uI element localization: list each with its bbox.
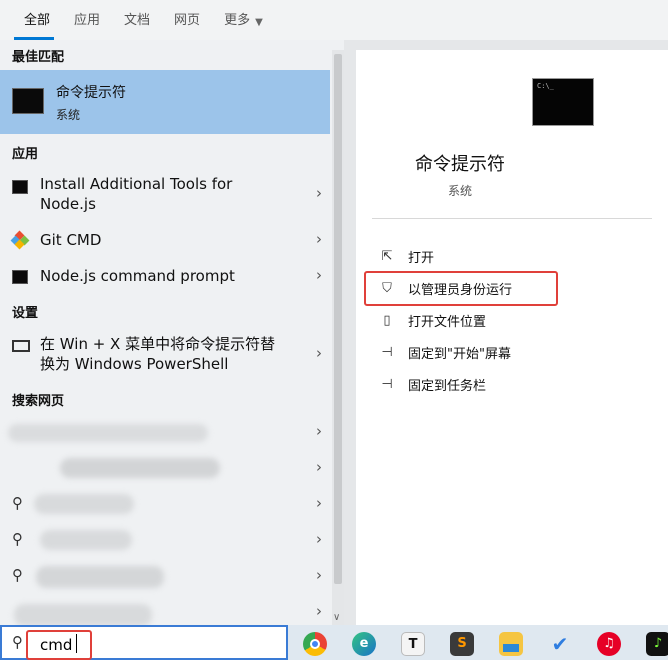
folder-icon: ▯	[383, 312, 391, 328]
monitor-icon	[12, 340, 30, 352]
sublime-icon[interactable]: S	[450, 632, 474, 656]
web-result-6[interactable]: ›	[0, 600, 332, 626]
todo-icon[interactable]: ✔	[548, 632, 572, 656]
git-icon	[10, 230, 30, 250]
web-heading: 搜索网页	[12, 394, 65, 409]
search-icon: ⚲	[12, 633, 23, 651]
action-open-file-location[interactable]: ▯ 打开文件位置	[378, 308, 486, 332]
scrollbar-thumb[interactable]	[334, 54, 342, 584]
search-icon: ⚲	[12, 566, 23, 584]
detail-subtitle: 系统	[447, 184, 472, 198]
chevron-right-icon[interactable]: ›	[316, 344, 322, 362]
chrome-icon[interactable]	[303, 632, 327, 656]
detail-title: 命令提示符	[415, 154, 505, 175]
file-explorer-icon[interactable]	[499, 632, 523, 656]
chevron-down-icon[interactable]: ∨	[333, 612, 340, 623]
chevron-right-icon[interactable]: ›	[316, 458, 322, 476]
search-tabs: 全部 应用 文档 网页 更多 ▼	[0, 0, 668, 40]
run-as-admin-highlight	[364, 271, 558, 306]
web-result-2[interactable]: ›	[0, 456, 332, 480]
detail-pane: C:\_ 命令提示符 系统 ⇱ 打开 ⛉ 以管理员身份运行 ▯ 打开文件位置 ⊣…	[356, 50, 668, 625]
best-match-name: 命令提示符	[56, 85, 126, 101]
action-open[interactable]: ⇱ 打开	[378, 244, 434, 268]
app-item-git-cmd[interactable]: Git CMD ›	[0, 228, 332, 252]
chevron-right-icon[interactable]: ›	[316, 494, 322, 512]
web-result-1[interactable]: ›	[0, 420, 332, 444]
settings-item-powershell[interactable]: 在 Win + X 菜单中将命令提示符替 换为 Windows PowerShe…	[0, 332, 332, 374]
best-match-item[interactable]: 命令提示符 系统	[0, 70, 330, 134]
search-icon: ⚲	[12, 494, 23, 512]
music-icon[interactable]: ♪	[646, 632, 668, 656]
chevron-right-icon[interactable]: ›	[316, 230, 322, 248]
search-icon: ⚲	[12, 530, 23, 548]
edge-icon[interactable]: e	[352, 632, 376, 656]
cmd-large-icon: C:\_	[532, 78, 594, 126]
best-match-sub: 系统	[56, 108, 81, 122]
tab-apps[interactable]: 应用	[62, 0, 112, 40]
apps-heading: 应用	[12, 147, 39, 162]
results-scrollbar[interactable]: ∨	[332, 50, 344, 625]
pin-icon: ⊣	[381, 344, 393, 360]
netease-music-icon[interactable]: ♫	[597, 632, 621, 656]
open-icon: ⇱	[381, 248, 393, 264]
web-result-4[interactable]: ⚲ ›	[0, 528, 332, 552]
tab-documents[interactable]: 文档	[112, 0, 162, 40]
chevron-right-icon[interactable]: ›	[316, 566, 322, 584]
action-pin-to-taskbar[interactable]: ⊣ 固定到任务栏	[378, 372, 486, 396]
tab-all[interactable]: 全部	[0, 0, 62, 40]
query-highlight	[26, 630, 92, 660]
chevron-right-icon[interactable]: ›	[316, 602, 322, 620]
results-pane: 最佳匹配 命令提示符 系统 应用 Install Additional Tool…	[0, 40, 344, 626]
chevron-right-icon[interactable]: ›	[316, 422, 322, 440]
terminal-icon	[12, 270, 28, 284]
tab-more[interactable]: 更多 ▼	[212, 0, 275, 40]
web-result-5[interactable]: ⚲ ›	[0, 564, 332, 588]
web-result-3[interactable]: ⚲ ›	[0, 492, 332, 516]
typora-icon[interactable]: T	[401, 632, 425, 656]
cmd-icon	[12, 88, 44, 114]
tab-web[interactable]: 网页	[162, 0, 212, 40]
best-match-heading: 最佳匹配	[12, 50, 65, 65]
app-item-node-prompt[interactable]: Node.js command prompt ›	[0, 264, 332, 288]
settings-heading: 设置	[12, 306, 39, 321]
pin-icon: ⊣	[381, 376, 393, 392]
terminal-icon	[12, 180, 28, 194]
divider	[372, 218, 652, 219]
chevron-right-icon[interactable]: ›	[316, 266, 322, 284]
chevron-right-icon[interactable]: ›	[316, 530, 322, 548]
action-pin-to-start[interactable]: ⊣ 固定到"开始"屏幕	[378, 340, 511, 364]
chevron-down-icon: ▼	[255, 17, 263, 28]
